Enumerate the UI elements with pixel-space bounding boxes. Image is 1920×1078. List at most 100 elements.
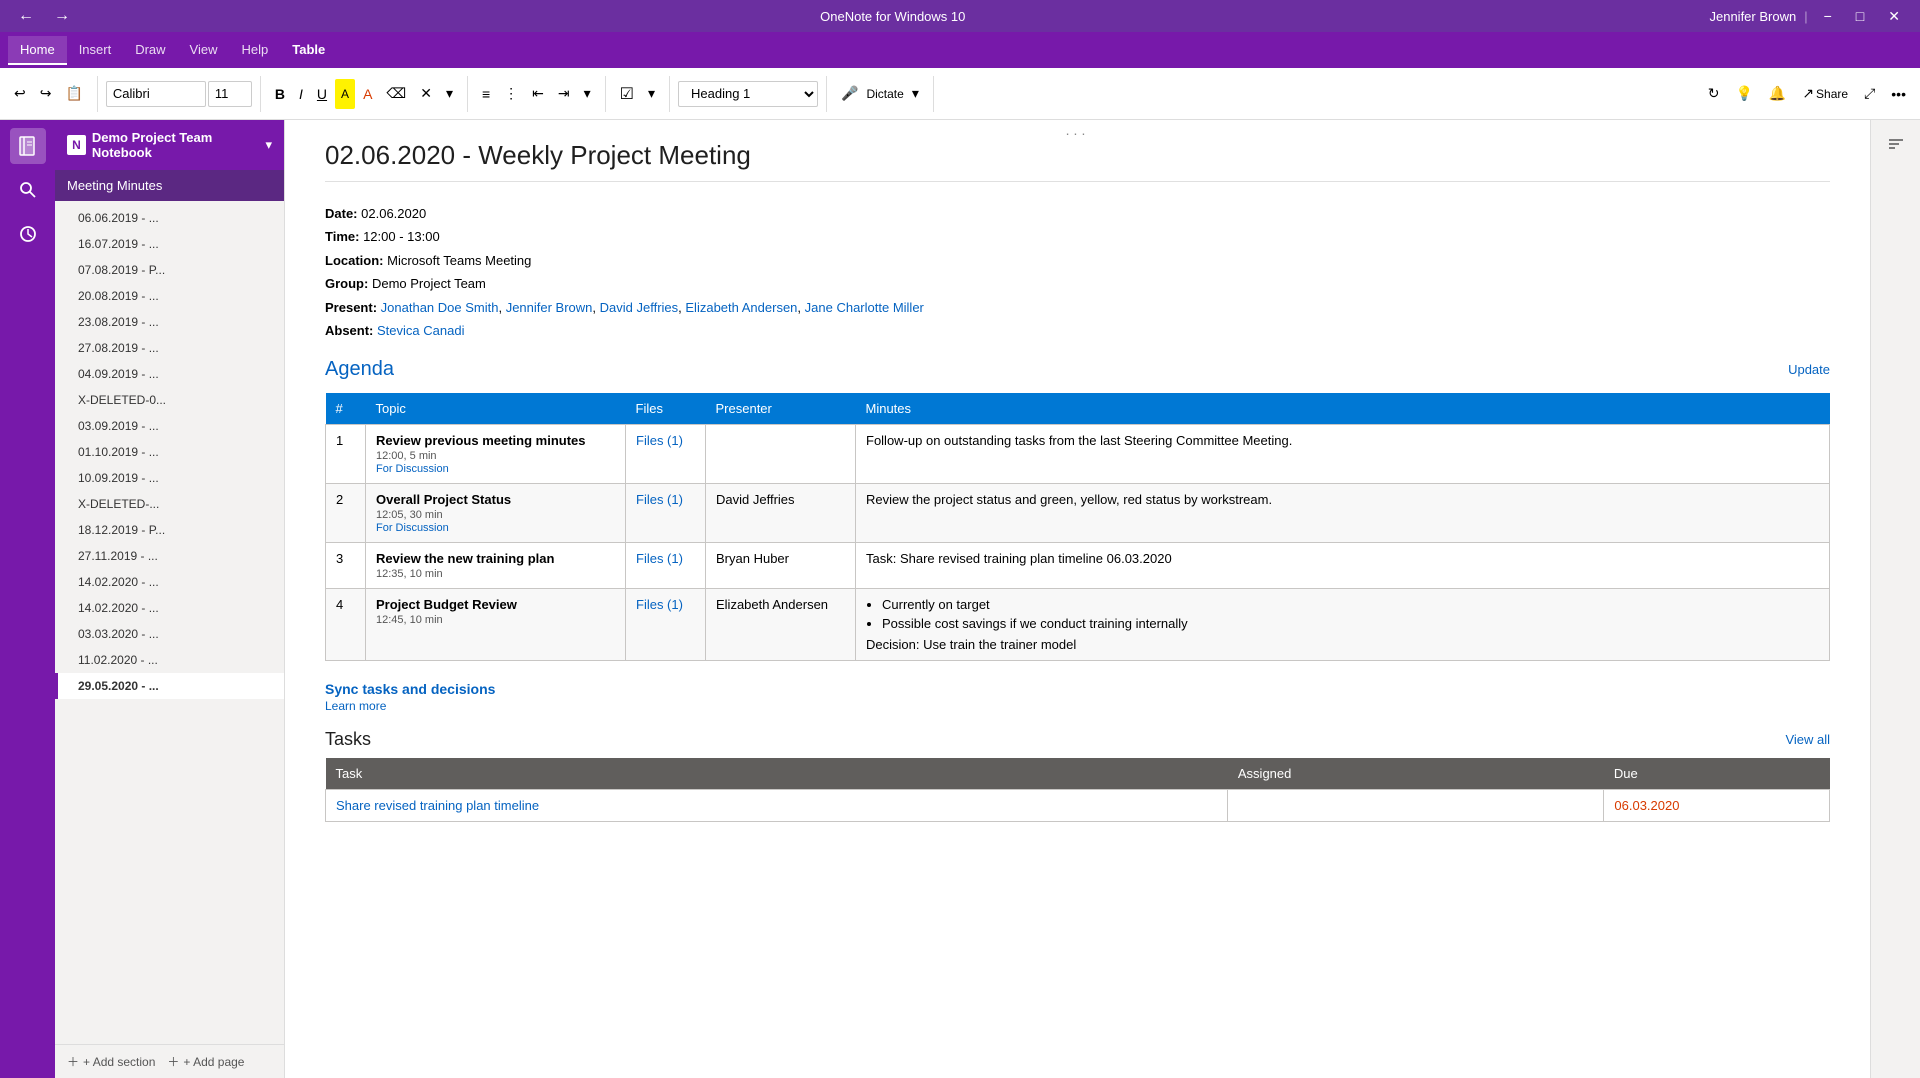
underline-button[interactable]: U xyxy=(311,79,333,109)
share-label: Share xyxy=(1816,87,1848,101)
page-item[interactable]: 03.03.2020 - ... xyxy=(55,621,284,647)
font-color-button[interactable]: A xyxy=(357,79,378,109)
dictate-button[interactable]: 🎤 xyxy=(835,79,864,109)
undo-button[interactable]: ↩ xyxy=(8,79,32,109)
sync-tasks-link[interactable]: Sync tasks and decisions xyxy=(325,681,495,697)
restore-button[interactable]: □ xyxy=(1848,4,1872,28)
close-button[interactable]: ✕ xyxy=(1880,4,1908,29)
page-item[interactable]: 07.08.2019 - P... xyxy=(55,257,284,283)
view-all-link[interactable]: View all xyxy=(1785,732,1830,747)
task1-link[interactable]: Share revised training plan timeline xyxy=(336,798,539,813)
page-item[interactable]: 27.11.2019 - ... xyxy=(55,543,284,569)
agenda-heading[interactable]: Agenda xyxy=(325,358,394,381)
group-label: Group: xyxy=(325,276,368,291)
lightbulb-button[interactable]: 💡 xyxy=(1729,79,1758,109)
row2-files-link[interactable]: Files (1) xyxy=(636,492,683,507)
page-item[interactable]: 20.08.2019 - ... xyxy=(55,283,284,309)
title-bar-right: Jennifer Brown | − □ ✕ xyxy=(1709,4,1908,29)
tab-table[interactable]: Table xyxy=(280,36,337,65)
page-item[interactable]: 03.09.2019 - ... xyxy=(55,413,284,439)
right-panel-sort-icon[interactable] xyxy=(1880,128,1912,160)
tab-home[interactable]: Home xyxy=(8,36,67,65)
toolbar-group-dictate: 🎤 Dictate ▾ xyxy=(835,76,934,112)
back-button[interactable]: ← xyxy=(12,1,40,31)
task-dropdown-button[interactable]: ▾ xyxy=(642,79,661,109)
sidebar-icon-notebook[interactable] xyxy=(10,128,46,164)
increase-indent-button[interactable]: ⇥ xyxy=(552,79,576,109)
present-row: Present: Jonathan Doe Smith, Jennifer Br… xyxy=(325,296,1830,319)
row3-files-link[interactable]: Files (1) xyxy=(636,551,683,566)
decrease-indent-button[interactable]: ⇤ xyxy=(526,79,550,109)
font-size-input[interactable]: 11 xyxy=(208,81,252,107)
page-item[interactable]: 06.06.2019 - ... xyxy=(55,205,284,231)
present-person-1[interactable]: Jonathan Doe Smith xyxy=(381,300,499,315)
row4-files-link[interactable]: Files (1) xyxy=(636,597,683,612)
expand-button[interactable]: ⤢ xyxy=(1858,79,1881,109)
page-item[interactable]: 23.08.2019 - ... xyxy=(55,309,284,335)
task-row-1: Share revised training plan timeline 06.… xyxy=(326,790,1830,822)
italic-button[interactable]: I xyxy=(293,79,309,109)
update-link[interactable]: Update xyxy=(1788,362,1830,377)
redo-button[interactable]: ↪ xyxy=(34,79,58,109)
bullet-list-button[interactable]: ≡ xyxy=(476,79,496,109)
strikethrough-button[interactable]: ⌫ xyxy=(380,79,412,109)
heading-style-select[interactable]: Heading 1 Heading 2 Heading 3 Normal xyxy=(678,81,818,107)
tab-view[interactable]: View xyxy=(178,36,230,65)
page-item[interactable]: 11.02.2020 - ... xyxy=(55,647,284,673)
page-item[interactable]: X-DELETED-... xyxy=(55,491,284,517)
meeting-minutes-section[interactable]: Meeting Minutes xyxy=(55,170,284,201)
page-item[interactable]: X-DELETED-0... xyxy=(55,387,284,413)
numbered-list-button[interactable]: ⋮ xyxy=(498,79,524,109)
notebook-panel: N Demo Project Team Notebook ▾ Meeting M… xyxy=(55,120,285,1078)
share-button[interactable]: ↗ Share xyxy=(1796,79,1854,109)
page-item[interactable]: 01.10.2019 - ... xyxy=(55,439,284,465)
add-section-button[interactable]: ＋ + Add section xyxy=(67,1053,155,1070)
list-dropdown-button[interactable]: ▾ xyxy=(578,79,597,109)
notebook-header[interactable]: N Demo Project Team Notebook ▾ xyxy=(55,120,284,170)
minimize-button[interactable]: − xyxy=(1816,4,1840,28)
add-page-button[interactable]: ＋ + Add page xyxy=(167,1053,244,1070)
learn-more-link[interactable]: Learn more xyxy=(325,699,1830,713)
row2-presenter: David Jeffries xyxy=(706,484,856,543)
time-row: Time: 12:00 - 13:00 xyxy=(325,225,1830,248)
present-person-3[interactable]: David Jeffries xyxy=(600,300,679,315)
clear-format-button[interactable]: ✕ xyxy=(414,79,438,109)
row3-topic-time: 12:35, 10 min xyxy=(376,568,615,580)
refresh-button[interactable]: ↻ xyxy=(1702,79,1726,109)
time-value: 12:00 - 13:00 xyxy=(363,229,440,244)
font-name-input[interactable]: Calibri xyxy=(106,81,206,107)
present-person-2[interactable]: Jennifer Brown xyxy=(506,300,593,315)
date-row: Date: 02.06.2020 xyxy=(325,202,1830,225)
clipboard-button[interactable]: 📋 xyxy=(59,79,88,109)
page-item[interactable]: 14.02.2020 - ... xyxy=(55,595,284,621)
row3-num: 3 xyxy=(326,543,366,589)
sidebar-icon-history[interactable] xyxy=(10,216,46,252)
sidebar-icon-search[interactable] xyxy=(10,172,46,208)
row1-files-link[interactable]: Files (1) xyxy=(636,433,683,448)
present-person-5[interactable]: Jane Charlotte Miller xyxy=(805,300,924,315)
tab-insert[interactable]: Insert xyxy=(67,36,124,65)
format-dropdown-button[interactable]: ▾ xyxy=(440,79,459,109)
forward-button[interactable]: → xyxy=(48,1,76,31)
page-item[interactable]: 18.12.2019 - P... xyxy=(55,517,284,543)
page-item[interactable]: 04.09.2019 - ... xyxy=(55,361,284,387)
page-item[interactable]: 14.02.2020 - ... xyxy=(55,569,284,595)
more-dots[interactable]: ... xyxy=(1066,122,1090,138)
present-person-4[interactable]: Elizabeth Andersen xyxy=(685,300,797,315)
tab-help[interactable]: Help xyxy=(230,36,281,65)
bold-button[interactable]: B xyxy=(269,79,291,109)
tab-draw[interactable]: Draw xyxy=(123,36,177,65)
absent-person-1[interactable]: Stevica Canadi xyxy=(377,323,464,338)
title-bar: ← → OneNote for Windows 10 Jennifer Brow… xyxy=(0,0,1920,32)
dictate-dropdown-button[interactable]: ▾ xyxy=(906,79,925,109)
more-options-button[interactable]: ••• xyxy=(1885,79,1912,109)
page-item[interactable]: 10.09.2019 - ... xyxy=(55,465,284,491)
section-label: Meeting Minutes xyxy=(67,178,162,193)
page-item[interactable]: 27.08.2019 - ... xyxy=(55,335,284,361)
highlight-button[interactable]: A xyxy=(335,79,355,109)
task-button[interactable]: ☑ xyxy=(614,79,640,109)
page-title[interactable]: 02.06.2020 - Weekly Project Meeting xyxy=(325,140,1830,182)
page-item[interactable]: 16.07.2019 - ... xyxy=(55,231,284,257)
notifications-button[interactable]: 🔔 xyxy=(1763,79,1792,109)
page-item-active[interactable]: 29.05.2020 - ... xyxy=(55,673,284,699)
